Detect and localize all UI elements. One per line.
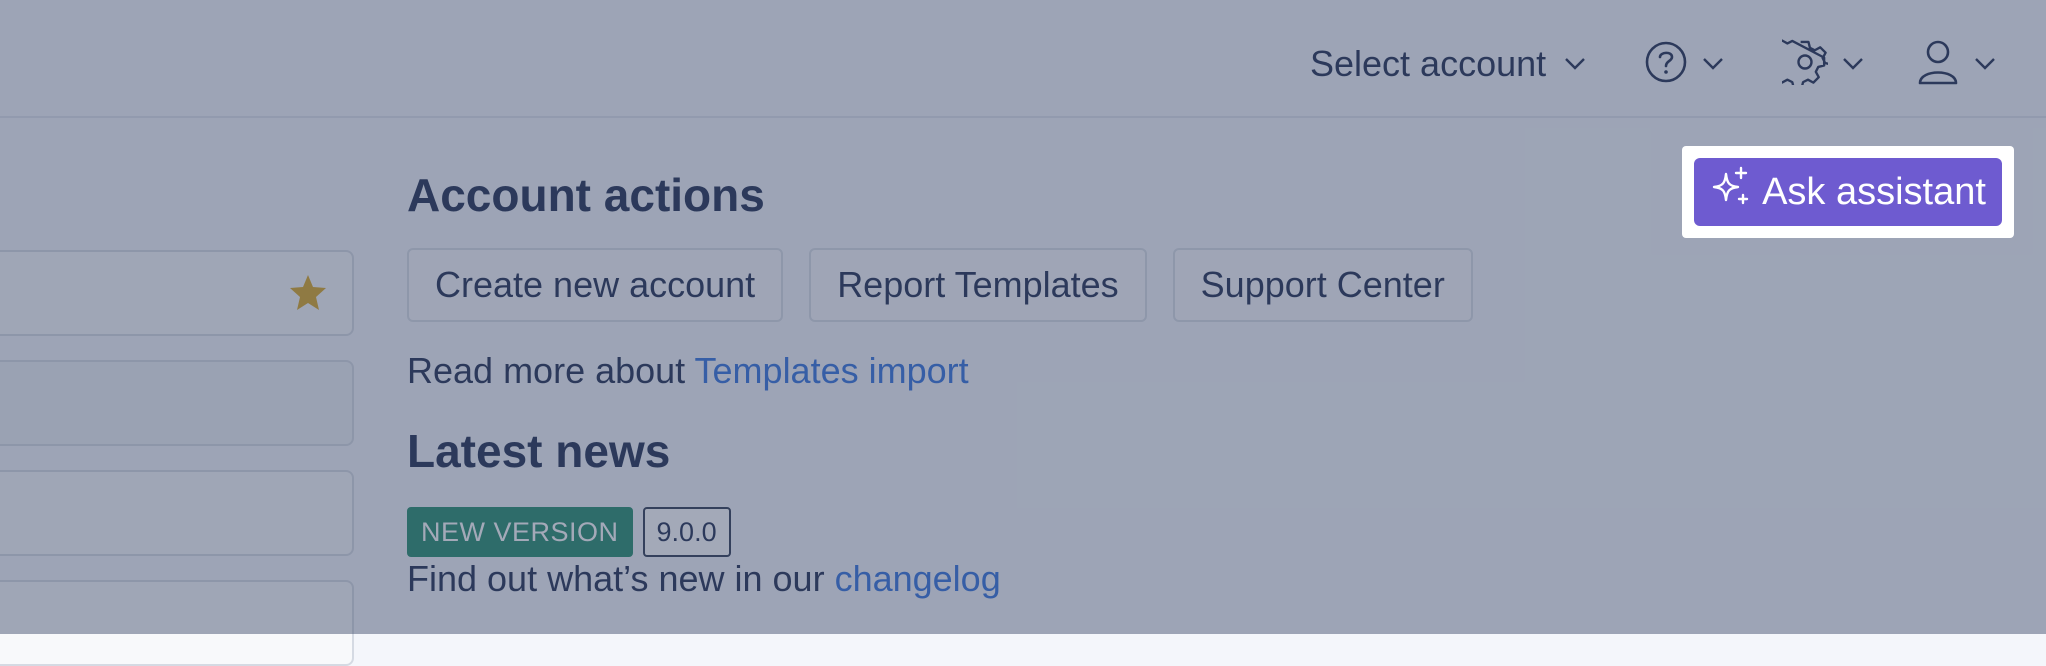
sparkles-icon <box>1710 166 1752 218</box>
changelog-link[interactable]: changelog <box>835 558 1001 599</box>
account-selector[interactable]: Select account <box>1310 40 1586 88</box>
gear-icon <box>1770 38 1832 90</box>
chevron-down-icon <box>1564 57 1586 71</box>
chevron-down-icon <box>1702 57 1724 71</box>
page: Select account Account actions Create ne… <box>0 0 2046 666</box>
chevron-down-icon <box>1842 57 1864 71</box>
version-number-badge: 9.0.0 <box>642 507 731 557</box>
user-icon <box>1916 39 1960 90</box>
help-menu[interactable] <box>1644 34 1724 94</box>
read-more-text: Read more about Templates import <box>407 350 969 392</box>
ask-assistant-label: Ask assistant <box>1762 170 1986 213</box>
user-menu[interactable] <box>1916 34 1996 94</box>
templates-import-link[interactable]: Templates import <box>695 350 969 391</box>
top-header: Select account <box>0 0 2046 118</box>
version-badges: NEW VERSION 9.0.0 <box>407 507 731 557</box>
sidebar-item[interactable] <box>0 580 354 666</box>
changelog-text: Find out what’s new in our changelog <box>407 558 1001 600</box>
sidebar-item[interactable] <box>0 470 354 556</box>
account-selector-label: Select account <box>1310 43 1547 84</box>
support-center-button[interactable]: Support Center <box>1172 248 1473 322</box>
chevron-down-icon <box>1974 57 1996 71</box>
sidebar-item-favorite[interactable] <box>0 250 354 336</box>
settings-menu[interactable] <box>1770 34 1864 94</box>
latest-news-title: Latest news <box>407 425 671 477</box>
create-new-account-button[interactable]: Create new account <box>407 248 784 322</box>
star-icon[interactable] <box>288 274 328 317</box>
read-more-prefix: Read more about <box>407 350 695 391</box>
account-actions-buttons: Create new account Report Templates Supp… <box>407 248 1473 322</box>
changelog-prefix: Find out what’s new in our <box>407 558 835 599</box>
ask-assistant-button[interactable]: Ask assistant <box>1694 158 2002 226</box>
help-circle-icon <box>1644 40 1688 89</box>
new-version-badge: NEW VERSION <box>407 507 633 557</box>
account-actions-title: Account actions <box>407 169 765 221</box>
assistant-spotlight: Ask assistant <box>1682 146 2014 238</box>
report-templates-button[interactable]: Report Templates <box>809 248 1147 322</box>
sidebar-item[interactable] <box>0 360 354 446</box>
